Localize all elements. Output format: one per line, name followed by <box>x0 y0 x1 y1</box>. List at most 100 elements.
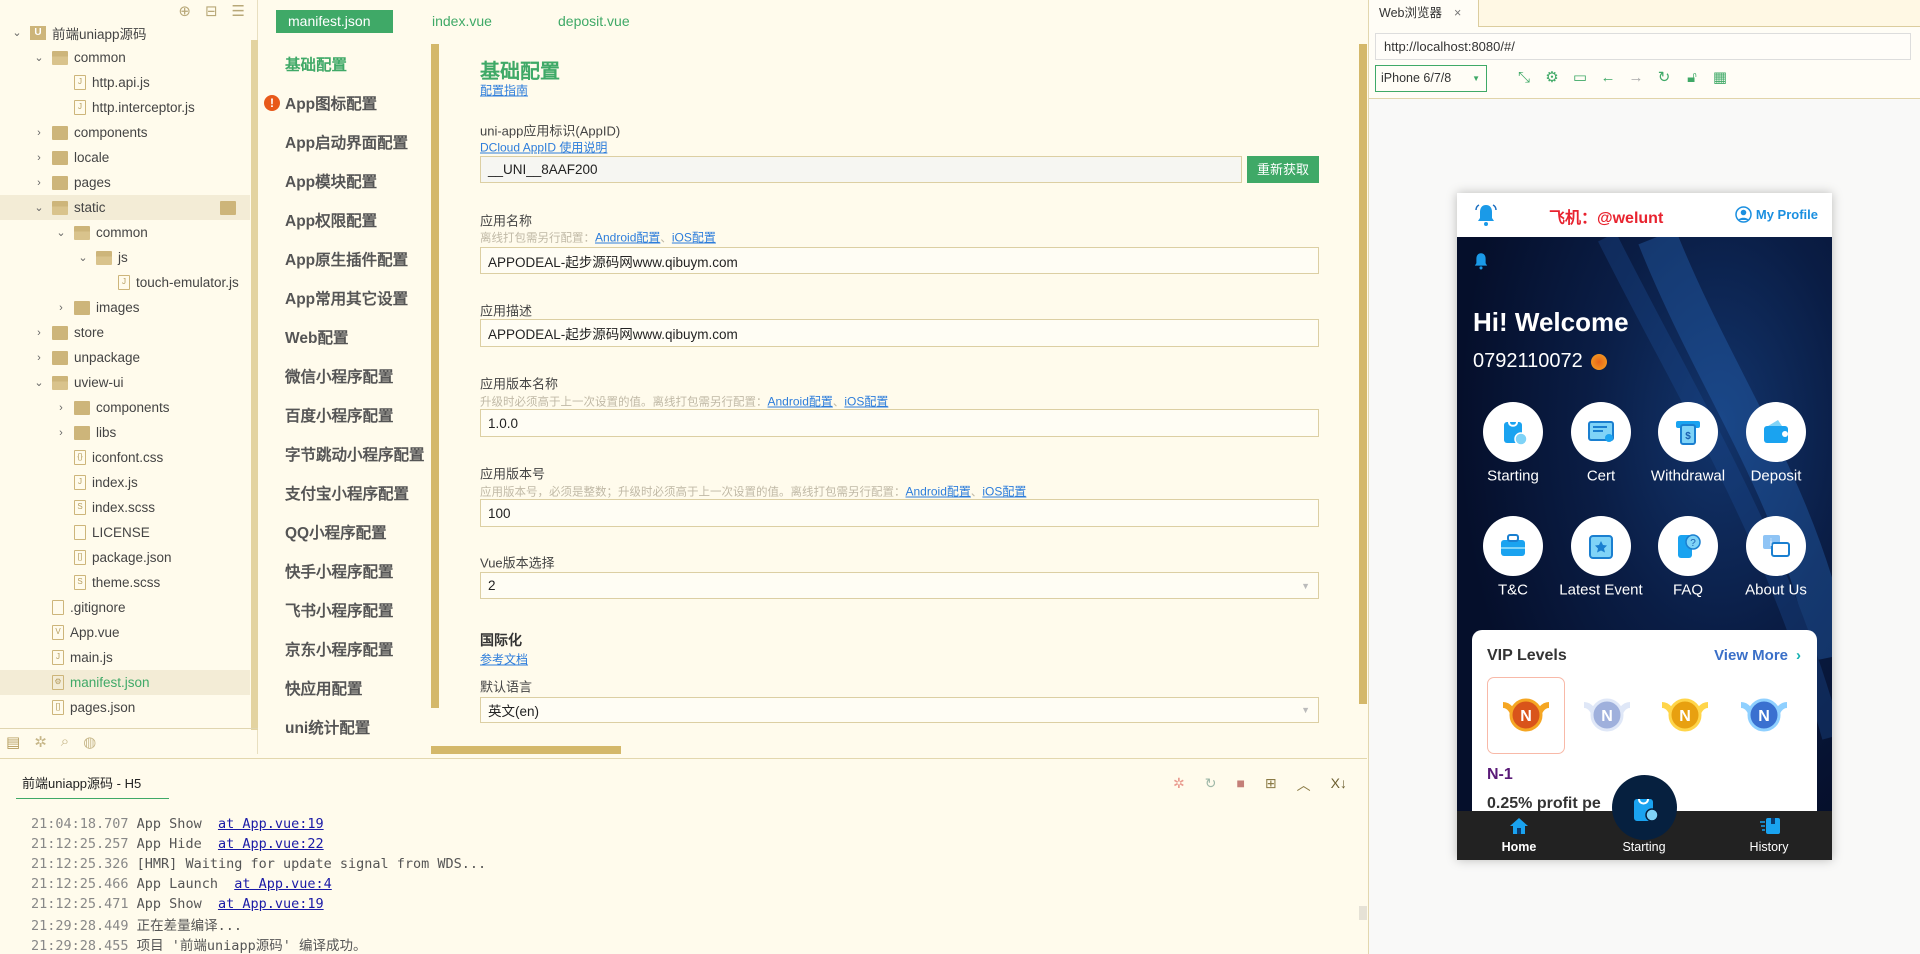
clear-icon[interactable]: X↓ <box>1331 775 1347 795</box>
device-select[interactable]: iPhone 6/7/8 ▼ <box>1375 65 1487 92</box>
nav-item[interactable]: Web配置 <box>285 326 348 348</box>
tree-item[interactable]: Sindex.scss <box>0 495 250 520</box>
tab-manifest[interactable]: manifest.json <box>276 10 393 33</box>
tree-item[interactable]: › components <box>0 395 250 420</box>
horizontal-scrollbar[interactable] <box>431 746 621 754</box>
nav-item[interactable]: 京东小程序配置 <box>285 638 394 660</box>
chevron-right-icon[interactable]: › <box>54 402 68 414</box>
log-source-link[interactable]: at App.vue:19 <box>218 896 324 912</box>
nav-scrollbar[interactable] <box>431 44 439 708</box>
guide-link[interactable]: 配置指南 <box>480 82 528 99</box>
android-config-link[interactable]: Android配置 <box>906 485 971 499</box>
plugin-icon[interactable]: ◍ <box>83 733 96 751</box>
grid-item-cert[interactable] <box>1571 402 1631 462</box>
tree-item[interactable]: [] package.json <box>0 545 250 570</box>
default-lang-select[interactable]: 英文(en) ▼ <box>480 697 1319 723</box>
grid-item-latest-event[interactable] <box>1571 516 1631 576</box>
notification-bell-icon[interactable] <box>1471 251 1491 271</box>
chevron-right-icon[interactable]: › <box>54 427 68 439</box>
tree-item[interactable]: ⌄ uview-ui <box>0 370 250 395</box>
tree-item[interactable]: › locale <box>0 145 250 170</box>
forward-icon[interactable]: → <box>1626 68 1646 88</box>
tree-item[interactable]: Jmain.js <box>0 645 250 670</box>
tree-item[interactable]: ⌄ U 前端uniapp源码 <box>0 20 250 45</box>
vip-medal-icon[interactable]: N <box>1501 693 1551 737</box>
tree-item[interactable]: Jtouch-emulator.js <box>0 270 250 295</box>
nav-item[interactable]: App原生插件配置 <box>285 248 408 270</box>
appid-help-link[interactable]: DCloud AppID 使用说明 <box>480 139 607 156</box>
vue-version-select[interactable]: 2 ▼ <box>480 572 1319 599</box>
tree-item[interactable]: Jhttp.api.js <box>0 70 250 95</box>
chevron-right-icon[interactable]: › <box>32 177 46 189</box>
starting-fab[interactable] <box>1612 775 1677 840</box>
tree-scrollbar[interactable] <box>251 40 258 730</box>
debug-icon[interactable]: ✲ <box>1173 775 1185 795</box>
tree-item[interactable]: {} iconfont.css <box>0 445 250 470</box>
chevron-right-icon[interactable]: › <box>32 127 46 139</box>
chevron-down-icon[interactable]: ⌄ <box>10 26 24 39</box>
vip-medal-icon[interactable]: N <box>1660 693 1710 737</box>
log-source-link[interactable]: at App.vue:4 <box>234 876 332 892</box>
tree-item[interactable]: Jindex.js <box>0 470 250 495</box>
settings-icon[interactable]: ⚙ <box>1542 68 1562 88</box>
qrcode-icon[interactable]: ▦ <box>1710 68 1730 88</box>
open-external-icon[interactable]: ⤡ <box>1514 68 1534 88</box>
tree-item[interactable]: ⌄ static <box>0 195 250 220</box>
search-icon[interactable]: ⌕ <box>61 733 69 750</box>
nav-item[interactable]: 飞书小程序配置 <box>285 599 394 621</box>
stop-icon[interactable]: ■ <box>1236 775 1244 795</box>
chevron-right-icon[interactable]: › <box>32 327 46 339</box>
nav-item[interactable]: App模块配置 <box>285 170 377 192</box>
tree-item[interactable]: LICENSE <box>0 520 250 545</box>
url-input[interactable]: http://localhost:8080/#/ <box>1375 33 1911 60</box>
grid-item-faq[interactable]: ? <box>1658 516 1718 576</box>
android-config-link[interactable]: Android配置 <box>595 231 660 245</box>
vip-medal-icon[interactable]: N <box>1582 693 1632 737</box>
my-profile-link[interactable]: My Profile <box>1735 206 1818 223</box>
nav-item[interactable]: 微信小程序配置 <box>285 365 394 387</box>
nav-item[interactable]: App启动界面配置 <box>285 131 408 153</box>
tree-item[interactable]: › components <box>0 120 250 145</box>
version-code-field[interactable]: 100 <box>480 499 1319 527</box>
browser-tab[interactable]: Web浏览器 × <box>1369 0 1479 28</box>
tree-item[interactable]: › unpackage <box>0 345 250 370</box>
grid-item-deposit[interactable] <box>1746 402 1806 462</box>
appid-field[interactable]: __UNI__8AAF200 <box>480 156 1242 183</box>
nav-item[interactable]: 快手小程序配置 <box>285 560 394 582</box>
lock-icon[interactable]: 🔓︎ <box>1682 68 1702 88</box>
chevron-down-icon[interactable]: ⌄ <box>32 376 46 389</box>
nav-item[interactable]: 基础配置 <box>285 53 347 75</box>
view-more-link[interactable]: View More › <box>1714 647 1801 664</box>
grid-item-withdrawal[interactable]: $ <box>1658 402 1718 462</box>
tree-item[interactable]: ⌄ common <box>0 45 250 70</box>
nav-item[interactable]: QQ小程序配置 <box>285 521 387 543</box>
console-icon[interactable]: ▭ <box>1570 68 1590 88</box>
console-tab[interactable]: 前端uniapp源码 - H5 <box>16 773 169 799</box>
menu-icon[interactable]: ☰ <box>232 2 245 20</box>
new-folder-icon[interactable] <box>220 200 236 215</box>
nav-item[interactable]: 支付宝小程序配置 <box>285 482 409 504</box>
project-icon[interactable]: ▤ <box>6 733 20 751</box>
nav-item[interactable]: App常用其它设置 <box>285 287 408 309</box>
chevron-right-icon[interactable]: › <box>32 152 46 164</box>
grid-item-t-c[interactable] <box>1483 516 1543 576</box>
tab-index-vue[interactable]: index.vue <box>420 10 504 33</box>
console-scrollbar[interactable] <box>1359 906 1367 920</box>
log-source-link[interactable]: at App.vue:19 <box>218 816 324 832</box>
tree-item[interactable]: ⌄ js <box>0 245 250 270</box>
debug-icon[interactable]: ✲ <box>34 733 47 751</box>
app-desc-field[interactable]: APPODEAL-起步源码网www.qibuym.com <box>480 319 1319 347</box>
bell-icon[interactable] <box>1473 202 1499 228</box>
version-name-field[interactable]: 1.0.0 <box>480 409 1319 437</box>
tree-item[interactable]: ⚙ manifest.json <box>0 670 250 695</box>
back-icon[interactable]: ← <box>1598 68 1618 88</box>
chevron-down-icon[interactable]: ⌄ <box>76 251 90 264</box>
locate-icon[interactable]: ⊕ <box>178 2 191 20</box>
nav-item[interactable]: App图标配置 <box>285 92 377 114</box>
tree-item[interactable]: ⌄ common <box>0 220 250 245</box>
nav-item[interactable]: App权限配置 <box>285 209 377 231</box>
collapse-up-icon[interactable]: ︿ <box>1297 775 1311 795</box>
ios-config-link[interactable]: iOS配置 <box>672 231 716 245</box>
nav-item[interactable]: 字节跳动小程序配置 <box>285 443 425 465</box>
tree-item[interactable]: › store <box>0 320 250 345</box>
